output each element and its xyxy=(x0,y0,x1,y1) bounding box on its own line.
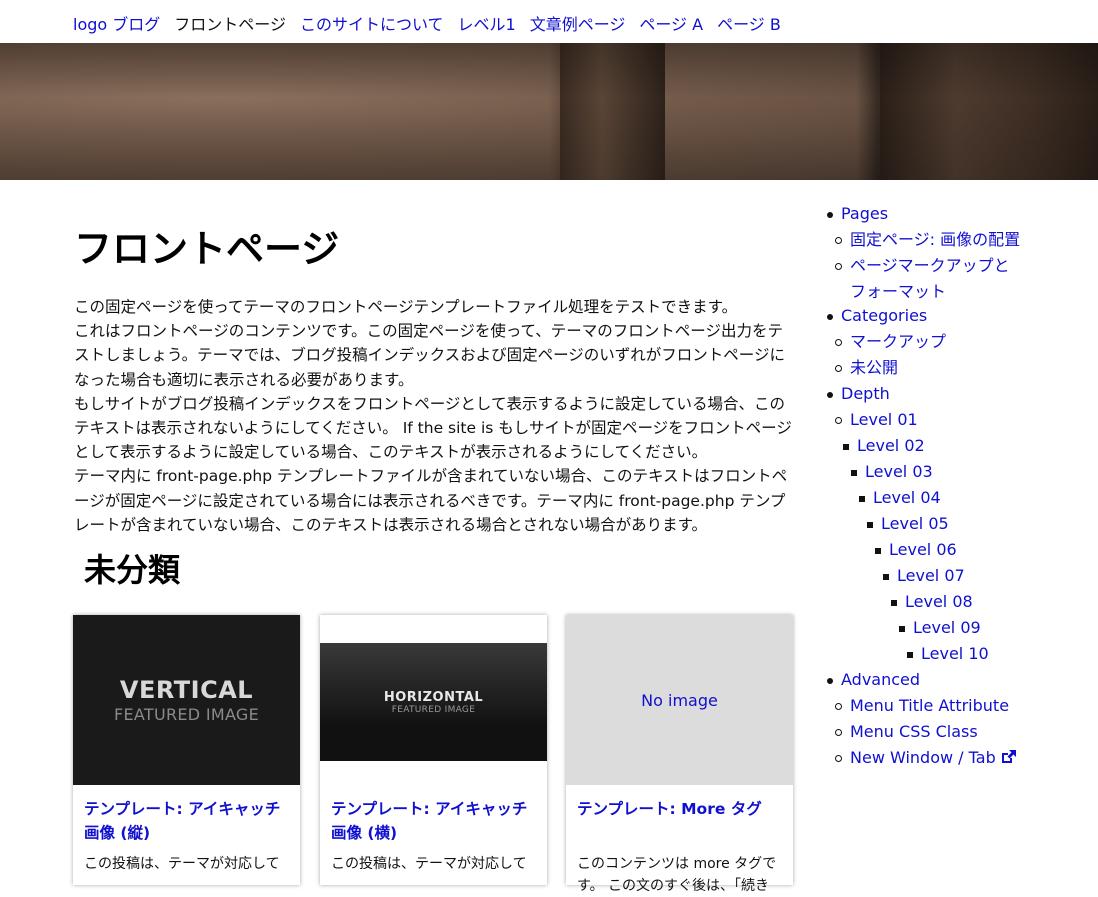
sidebar-item-menu-title-attribute[interactable]: Menu Title Attribute xyxy=(835,693,1009,719)
thumbnail-heading: VERTICAL xyxy=(119,676,254,704)
nav-item-page-b[interactable]: ページ B xyxy=(717,11,781,34)
sidebar-item-depth[interactable]: Depth xyxy=(827,381,890,407)
post-card-horizontal[interactable]: HORIZONTAL FEATURED IMAGE テンプレート: アイキャッチ… xyxy=(320,615,547,885)
sidebar-item-advanced[interactable]: Advanced xyxy=(827,667,920,693)
sidebar-item-level-09[interactable]: Level 09 xyxy=(899,615,981,641)
page-title: フロントページ xyxy=(74,227,340,271)
nav-item-about[interactable]: このサイトについて xyxy=(300,11,444,34)
post-card-more-tag[interactable]: No image テンプレート: More タグ このコンテンツは more タ… xyxy=(566,615,793,894)
nav-item-text-example[interactable]: 文章例ページ xyxy=(530,11,626,34)
sidebar-item-new-window-tab[interactable]: New Window / Tab xyxy=(835,745,1017,771)
post-title-link[interactable]: テンプレート: アイキャッチ画像 (横) xyxy=(331,797,537,845)
post-excerpt: この投稿は、テーマが対応して xyxy=(84,856,280,872)
nav-item-front-page[interactable]: フロントページ xyxy=(174,11,286,34)
intro-paragraph: これはフロントページのコンテンツです。この固定ページを使って、テーマのフロントペ… xyxy=(74,322,785,389)
intro-paragraph: テーマ内に front-page.php テンプレートファイルが含まれていない場… xyxy=(74,467,788,534)
sidebar-item-level-05[interactable]: Level 05 xyxy=(867,511,949,537)
post-card-vertical[interactable]: VERTICAL FEATURED IMAGE テンプレート: アイキャッチ画像… xyxy=(73,615,300,885)
sidebar-item-pages[interactable]: Pages xyxy=(827,201,888,227)
sidebar-item-level-01[interactable]: Level 01 xyxy=(835,407,918,433)
sidebar-item-page-markup-cont[interactable]: フォーマット xyxy=(850,279,946,305)
intro-paragraph: もしサイトがブログ投稿インデックスをフロントページとして表示するように設定してい… xyxy=(74,394,792,462)
post-excerpt: このコンテンツは more タグです。 この文のすぐ後は、「続き xyxy=(577,856,777,894)
post-title-link[interactable]: テンプレート: アイキャッチ画像 (縦) xyxy=(84,797,290,845)
sidebar-item-markup[interactable]: マークアップ xyxy=(835,329,946,355)
no-image-label: No image xyxy=(641,690,718,710)
intro-paragraph: この固定ページを使ってテーマのフロントページテンプレートファイル処理をテストでき… xyxy=(74,298,738,316)
sidebar-item-level-07[interactable]: Level 07 xyxy=(883,563,965,589)
post-thumbnail[interactable]: HORIZONTAL FEATURED IMAGE xyxy=(320,615,547,785)
sidebar-item-image-alignment[interactable]: 固定ページ: 画像の配置 xyxy=(835,227,1020,253)
thumbnail-subheading: FEATURED IMAGE xyxy=(391,704,476,715)
section-title: 未分類 xyxy=(84,551,181,589)
sidebar-item-unpublished[interactable]: 未公開 xyxy=(835,355,898,381)
sidebar-item-level-08[interactable]: Level 08 xyxy=(891,589,973,615)
external-link-icon xyxy=(1001,750,1016,763)
top-nav: logo ブログ フロントページ このサイトについて レベル1 文章例ページ ペ… xyxy=(73,11,781,34)
thumbnail-subheading: FEATURED IMAGE xyxy=(113,705,260,724)
sidebar-item-level-04[interactable]: Level 04 xyxy=(859,485,941,511)
sidebar-item-level-02[interactable]: Level 02 xyxy=(843,433,925,459)
sidebar-item-menu-css-class[interactable]: Menu CSS Class xyxy=(835,719,978,745)
sidebar-item-page-markup[interactable]: ページマークアップと xyxy=(835,253,1010,279)
thumbnail-heading: HORIZONTAL xyxy=(383,689,484,705)
sidebar-item-level-10[interactable]: Level 10 xyxy=(907,641,989,667)
nav-item-level1[interactable]: レベル1 xyxy=(458,11,516,34)
sidebar-item-level-06[interactable]: Level 06 xyxy=(875,537,957,563)
sidebar-item-level-03[interactable]: Level 03 xyxy=(851,459,933,485)
nav-item-page-a[interactable]: ページ A xyxy=(639,11,703,34)
post-thumbnail[interactable]: VERTICAL FEATURED IMAGE xyxy=(73,615,300,785)
post-title-link[interactable]: テンプレート: More タグ xyxy=(577,797,783,821)
post-excerpt: この投稿は、テーマが対応して xyxy=(331,856,527,872)
sidebar-item-categories[interactable]: Categories xyxy=(827,303,927,329)
header-image xyxy=(0,43,1098,180)
page-intro: この固定ページを使ってテーマのフロントページテンプレートファイル処理をテストでき… xyxy=(74,295,796,537)
post-thumbnail-placeholder[interactable]: No image xyxy=(566,615,793,785)
nav-item-logo-blog[interactable]: logo ブログ xyxy=(73,11,160,34)
